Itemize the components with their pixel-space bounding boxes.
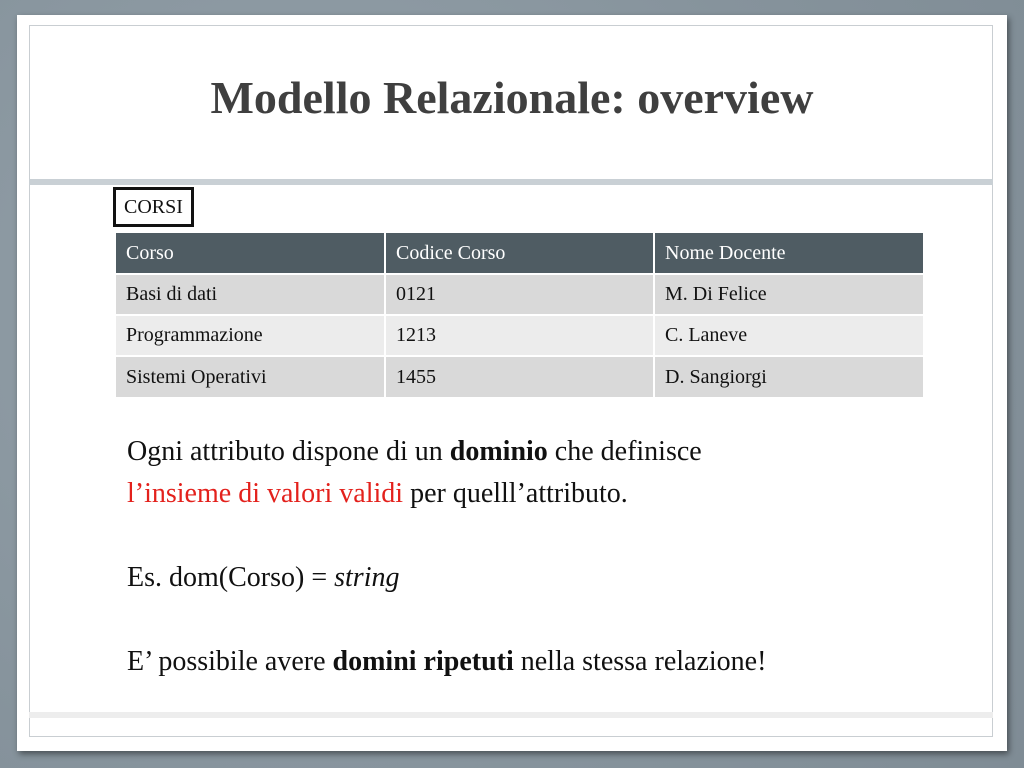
italic-type-string: string [334, 562, 400, 593]
text-run: Ogni attributo dispone di un [127, 436, 450, 467]
table-row: Basi di dati 0121 M. Di Felice [116, 273, 923, 315]
text-run: che definisce [547, 436, 702, 467]
footer-divider [29, 712, 993, 718]
slide: Modello Relazionale: overview CORSI Cors… [17, 15, 1007, 751]
slide-title: Modello Relazionale: overview [210, 72, 814, 123]
table-cell: C. Laneve [654, 314, 923, 356]
highlighted-phrase: l’insieme di valori validi [127, 478, 404, 509]
table-row: Programmazione 1213 C. Laneve [116, 314, 923, 356]
table-cell: Sistemi Operativi [116, 355, 386, 397]
text-run: Es. dom(Corso) = [127, 562, 335, 593]
courses-table: Corso Codice Corso Nome Docente Basi di … [116, 233, 923, 397]
table-cell: 1213 [385, 314, 655, 356]
title-divider [29, 179, 993, 185]
bold-term-dominio: dominio [449, 436, 548, 467]
table-header-row: Corso Codice Corso Nome Docente [116, 233, 923, 274]
table-cell: Basi di dati [116, 273, 386, 315]
table-caption: CORSI [113, 187, 194, 227]
column-header: Corso [116, 233, 386, 274]
example-paragraph: Es. dom(Corso) = string [127, 557, 987, 599]
table-cell: 1455 [385, 355, 655, 397]
table-row: Sistemi Operativi 1455 D. Sangiorgi [116, 355, 923, 397]
table-cell: Programmazione [116, 314, 386, 356]
text-run: E’ possibile avere [127, 646, 333, 677]
slide-body: Ogni attributo dispone di un dominio che… [127, 431, 987, 683]
text-run: nella stessa relazione! [513, 646, 767, 677]
table-cell: D. Sangiorgi [654, 355, 923, 397]
column-header: Codice Corso [385, 233, 655, 274]
table-cell: 0121 [385, 273, 655, 315]
text-run: per quelll’attributo. [403, 478, 628, 509]
table-cell: M. Di Felice [654, 273, 923, 315]
repeated-domains-paragraph: E’ possibile avere domini ripetuti nella… [127, 641, 987, 683]
bold-term-domini-ripetuti: domini ripetuti [332, 646, 514, 677]
domain-paragraph: Ogni attributo dispone di un dominio che… [127, 431, 987, 515]
column-header: Nome Docente [654, 233, 923, 274]
